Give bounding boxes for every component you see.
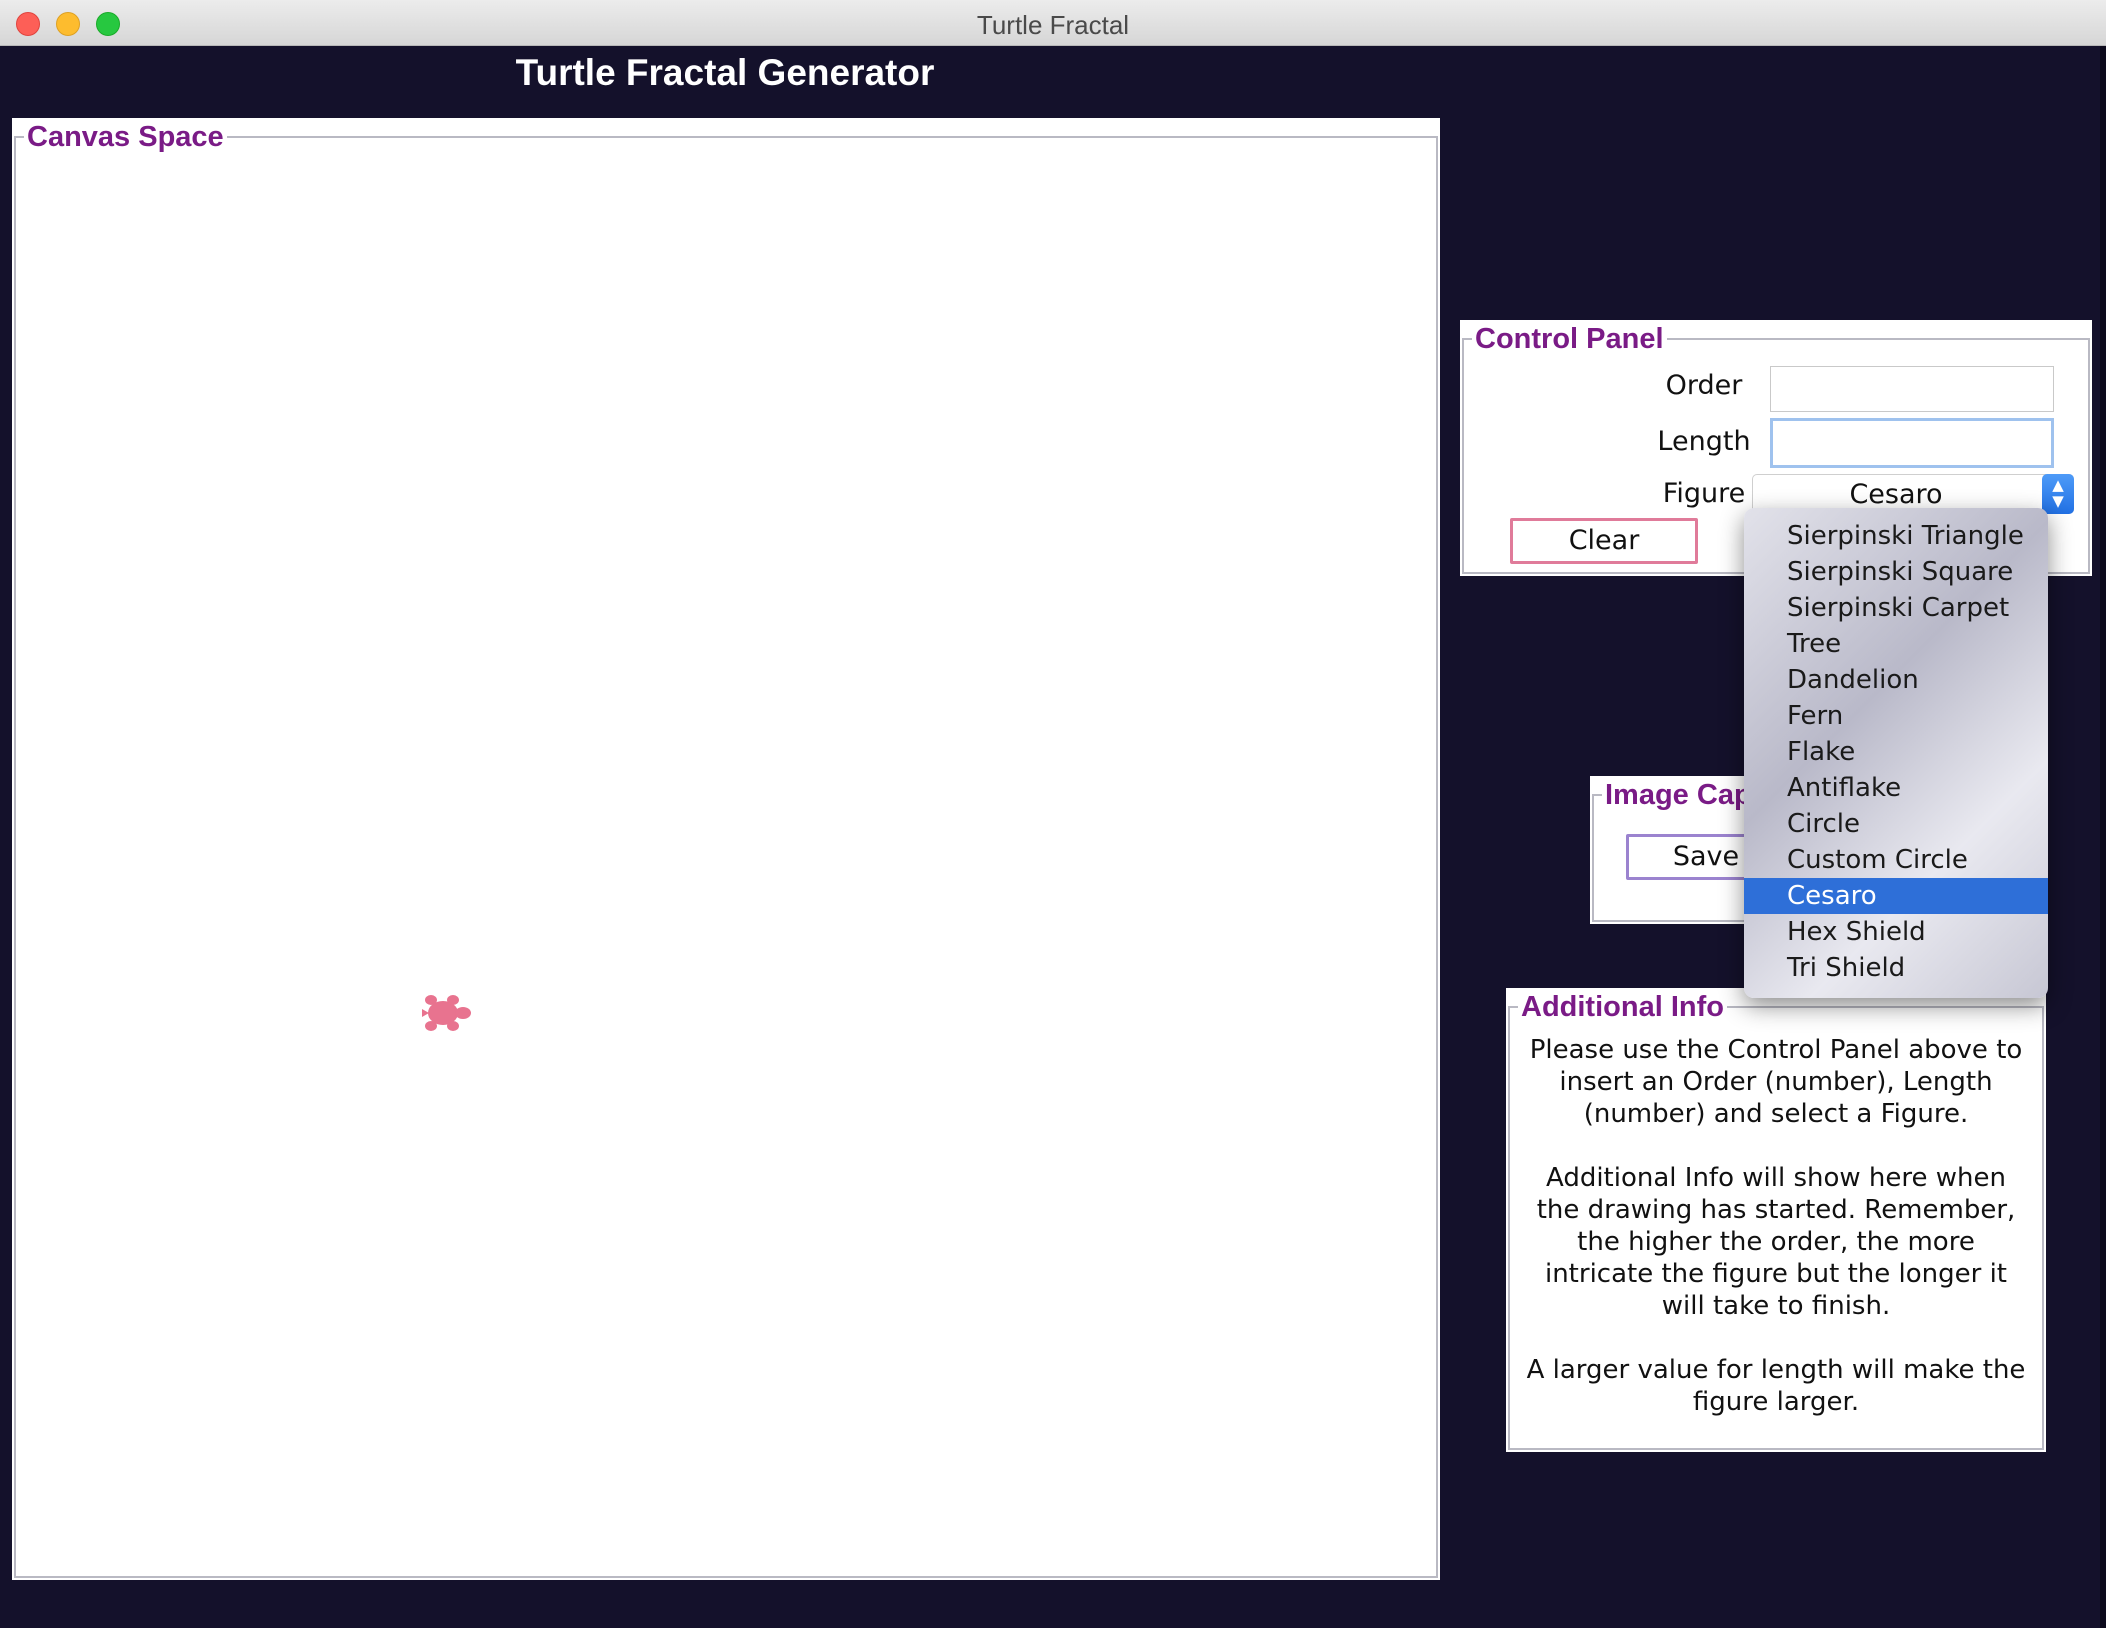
figure-option[interactable]: Circle [1744,806,2048,842]
canvas-frame: Canvas Space [12,118,1440,1580]
figure-option[interactable]: Dandelion [1744,662,2048,698]
control-panel-label: Control Panel [1472,322,1667,356]
canvas-label: Canvas Space [24,120,227,154]
figure-option[interactable]: Hex Shield [1744,914,2048,950]
info-paragraph-1: Please use the Control Panel above to in… [1529,1035,2023,1129]
figure-dropdown-menu: Sierpinski Triangle Sierpinski Square Sier… [1744,508,2048,998]
figure-option[interactable]: Cesaro [1744,878,2048,914]
figure-option[interactable]: Sierpinski Triangle [1744,518,2048,554]
clear-button[interactable]: Clear [1510,518,1698,564]
chevron-updown-icon: ▲ ▼ [2042,474,2074,514]
window-titlebar: Turtle Fractal [0,0,2106,46]
figure-option[interactable]: Antiflake [1744,770,2048,806]
canvas-border [14,136,1438,1578]
order-input[interactable] [1770,366,2054,412]
figure-option[interactable]: Sierpinski Carpet [1744,590,2048,626]
app-title: Turtle Fractal Generator [515,52,935,93]
turtle-icon [422,995,471,1031]
window-title: Turtle Fractal [976,10,1130,40]
figure-select-value: Cesaro [1849,479,1943,510]
info-paragraph-3: A larger value for length will make the … [1526,1355,2026,1417]
length-input[interactable] [1770,418,2054,468]
image-capture-label: Image Cap [1602,778,1755,812]
additional-info-label: Additional Info [1518,990,1727,1024]
figure-option[interactable]: Tri Shield [1744,950,2048,986]
additional-info-panel: Additional Info Please use the Control P… [1506,988,2046,1452]
figure-option[interactable]: Tree [1744,626,2048,662]
info-paragraph-2: Additional Info will show here when the … [1536,1163,2016,1321]
figure-option[interactable]: Custom Circle [1744,842,2048,878]
figure-option[interactable]: Fern [1744,698,2048,734]
figure-option[interactable]: Flake [1744,734,2048,770]
window-edge [2100,46,2106,1628]
figure-option[interactable]: Sierpinski Square [1744,554,2048,590]
